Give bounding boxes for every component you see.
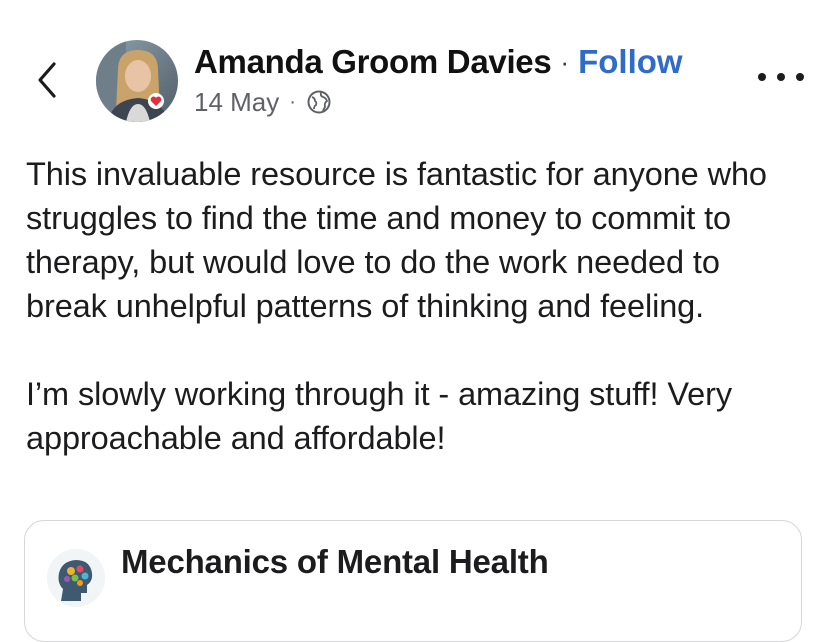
follow-button[interactable]: Follow bbox=[578, 40, 682, 84]
separator-dot: · bbox=[560, 47, 570, 77]
post-paragraph: I’m slowly working through it - amazing … bbox=[26, 376, 732, 456]
meta-separator: · bbox=[289, 90, 296, 113]
post-paragraph: This invaluable resource is fantastic fo… bbox=[26, 156, 767, 324]
back-button[interactable] bbox=[30, 58, 64, 102]
more-dot-icon bbox=[758, 73, 766, 81]
post-meta: 14 May · bbox=[194, 84, 332, 120]
shared-link-card[interactable]: Mechanics of Mental Health bbox=[24, 520, 802, 642]
head-gears-logo bbox=[47, 549, 105, 607]
more-dot-icon bbox=[777, 73, 785, 81]
avatar-photo bbox=[96, 40, 178, 122]
heart-badge-icon bbox=[148, 93, 164, 109]
post-date[interactable]: 14 May bbox=[194, 87, 279, 118]
card-title: Mechanics of Mental Health bbox=[121, 543, 549, 580]
author-row: Amanda Groom Davies · Follow bbox=[194, 40, 683, 84]
globe-icon bbox=[307, 90, 331, 114]
author-avatar[interactable] bbox=[96, 40, 178, 122]
post-body: This invaluable resource is fantastic fo… bbox=[26, 152, 806, 460]
more-options-button[interactable] bbox=[758, 62, 804, 92]
more-dot-icon bbox=[796, 73, 804, 81]
author-name[interactable]: Amanda Groom Davies bbox=[194, 40, 552, 84]
chevron-left-icon bbox=[38, 62, 56, 98]
